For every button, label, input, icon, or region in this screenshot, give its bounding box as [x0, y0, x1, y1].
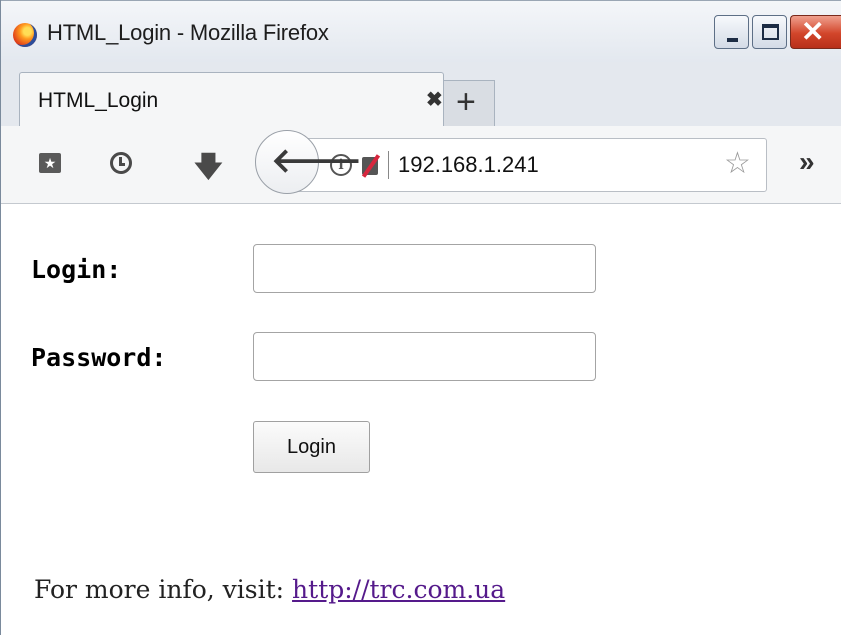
page-content: Login: Password: Login For more info, vi… [1, 205, 841, 635]
window-title: HTML_Login - Mozilla Firefox [47, 20, 329, 45]
tab-label: HTML_Login [38, 89, 159, 112]
footer-text: For more info, visit: [34, 575, 293, 604]
url-separator [388, 151, 389, 179]
minimize-icon [727, 38, 738, 42]
maximize-button[interactable] [752, 15, 787, 49]
firefox-icon [13, 23, 37, 47]
insecure-connection-icon[interactable] [360, 153, 381, 178]
plus-icon: + [456, 83, 476, 121]
password-label: Password: [31, 343, 167, 372]
back-button[interactable]: 🡐 [255, 130, 362, 194]
footer-link[interactable]: http://trc.com.ua [292, 575, 505, 604]
title-bar: HTML_Login - Mozilla Firefox ✕ [1, 0, 841, 62]
url-text[interactable]: 192.168.1.241 [398, 152, 539, 178]
bookmark-star-icon[interactable]: ☆ [724, 147, 751, 181]
back-arrow-icon: 🡐 [271, 142, 363, 180]
navigation-toolbar: ★ 🡇 i 192.168.1.241 ☆ 🡐 » [1, 126, 841, 204]
browser-window: HTML_Login - Mozilla Firefox ✕ HTML_Logi… [0, 0, 841, 635]
login-button[interactable]: Login [253, 421, 370, 473]
bookmarks-icon[interactable]: ★ [39, 153, 61, 173]
password-input[interactable] [253, 332, 596, 381]
new-tab-button[interactable]: + [444, 80, 495, 126]
close-window-button[interactable]: ✕ [790, 15, 841, 49]
login-input[interactable] [253, 244, 596, 293]
footer-info: For more info, visit: http://trc.com.ua [34, 575, 505, 604]
login-label: Login: [31, 255, 122, 284]
tab-strip: HTML_Login ✖ + [1, 62, 841, 126]
maximize-icon [762, 24, 779, 40]
minimize-button[interactable] [714, 15, 749, 49]
history-clock-icon[interactable] [110, 152, 132, 174]
close-icon: ✕ [801, 16, 825, 47]
overflow-menu-icon[interactable]: » [799, 146, 815, 178]
tab-html-login[interactable]: HTML_Login ✖ [19, 72, 444, 126]
download-arrow-icon[interactable]: 🡇 [194, 146, 223, 194]
tab-close-icon[interactable]: ✖ [426, 87, 443, 112]
